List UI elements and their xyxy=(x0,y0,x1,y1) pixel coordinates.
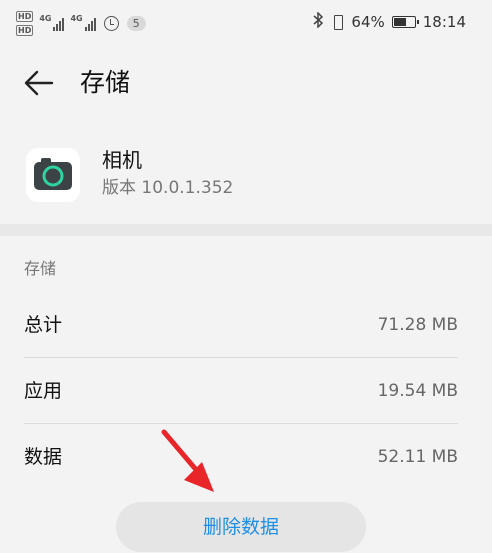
delete-data-button[interactable]: 删除数据 xyxy=(116,502,366,552)
page-title: 存储 xyxy=(80,68,131,97)
storage-row-value: 19.54 MB xyxy=(377,381,458,401)
storage-row-total: 总计 71.28 MB xyxy=(0,292,492,358)
hd-stack: HD HD xyxy=(16,10,34,36)
clock-time: 18:14 xyxy=(422,13,466,31)
camera-icon xyxy=(26,148,80,202)
alarm-icon xyxy=(103,15,119,31)
vibrate-icon xyxy=(331,14,344,30)
arrow-left-icon[interactable] xyxy=(22,68,56,98)
battery-icon xyxy=(391,16,419,28)
hd-badge: HD xyxy=(16,10,34,22)
storage-row-data: 数据 52.11 MB xyxy=(0,424,492,490)
app-name: 相机 xyxy=(102,148,142,172)
signal-icon: 4G xyxy=(39,14,65,31)
storage-row-app: 应用 19.54 MB xyxy=(0,358,492,424)
storage-row-value: 52.11 MB xyxy=(377,447,458,467)
app-bar: 存储 xyxy=(0,44,492,124)
network-type: 4G xyxy=(39,14,52,23)
section-divider xyxy=(0,224,492,236)
storage-row-label: 总计 xyxy=(24,314,63,336)
notification-count-badge: 5 xyxy=(126,15,146,31)
battery-level-fill xyxy=(393,18,406,26)
storage-row-label: 数据 xyxy=(24,446,63,468)
annotation-arrow-icon xyxy=(158,428,222,496)
battery-percent: 64% xyxy=(351,13,385,31)
network-type: 4G xyxy=(70,14,83,23)
status-left-icons: HD HD 4G 4G 5 xyxy=(16,8,146,38)
app-info-row: 相机 版本 10.0.1.352 xyxy=(0,124,492,224)
storage-row-label: 应用 xyxy=(24,380,63,402)
status-bar: HD HD 4G 4G 5 64% 18:14 xyxy=(0,0,492,44)
hd-badge: HD xyxy=(16,24,34,36)
app-version: 版本 10.0.1.352 xyxy=(102,178,234,198)
status-right-icons: 64% 18:14 xyxy=(313,10,466,34)
storage-section-label: 存储 xyxy=(24,259,57,278)
signal-icon: 4G xyxy=(70,14,96,31)
bluetooth-icon xyxy=(313,11,324,32)
storage-row-value: 71.28 MB xyxy=(377,315,458,335)
